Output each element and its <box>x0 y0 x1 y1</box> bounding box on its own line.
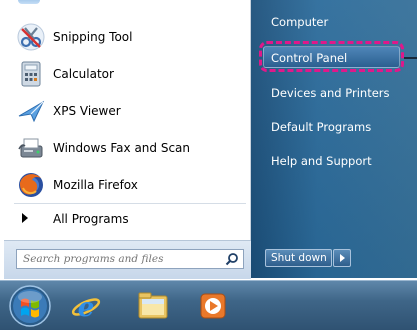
media-player-icon[interactable] <box>193 286 233 326</box>
windows-start-orb-icon[interactable] <box>8 284 52 328</box>
scissors-icon <box>17 23 45 50</box>
place-default-programs[interactable]: Default Programs <box>259 115 409 141</box>
place-label: Devices and Printers <box>271 86 390 100</box>
firefox-icon <box>19 172 43 197</box>
magnifier-icon[interactable] <box>225 252 239 266</box>
program-label: Calculator <box>53 66 114 81</box>
scrolled-program-item <box>4 0 250 6</box>
all-programs-label: All Programs <box>53 212 129 226</box>
internet-explorer-icon[interactable]: e <box>66 286 106 326</box>
program-xps-viewer[interactable]: XPS Viewer <box>4 92 250 129</box>
shut-down-options-button[interactable] <box>333 249 351 267</box>
arrow-right-icon <box>340 254 345 262</box>
shut-down-button[interactable]: Shut down <box>265 249 332 267</box>
partial-program-icon <box>18 0 40 4</box>
all-programs-item[interactable]: All Programs <box>4 205 250 233</box>
place-help-and-support[interactable]: Help and Support <box>259 149 409 175</box>
shut-down-label: Shut down <box>271 252 327 264</box>
search-box[interactable] <box>16 249 244 269</box>
place-label: Computer <box>271 15 329 29</box>
file-explorer-icon[interactable] <box>133 286 173 326</box>
search-input[interactable] <box>23 251 213 267</box>
program-label: Windows Fax and Scan <box>53 140 191 155</box>
program-label: XPS Viewer <box>53 103 121 118</box>
program-snipping-tool[interactable]: Snipping Tool <box>4 18 250 55</box>
place-label: Help and Support <box>271 154 372 168</box>
annotation-pointer <box>404 57 417 59</box>
program-label: Mozilla Firefox <box>53 177 138 192</box>
taskbar: e <box>0 280 417 330</box>
place-label: Default Programs <box>271 120 372 134</box>
place-devices-and-printers[interactable]: Devices and Printers <box>259 81 409 107</box>
program-mozilla-firefox[interactable]: Mozilla Firefox <box>4 166 250 203</box>
svg-text:e: e <box>78 293 95 323</box>
programs-pane: Snipping Tool Calculator XPS Viewer Wind… <box>4 0 251 240</box>
arrow-right-icon <box>22 213 28 223</box>
divider <box>14 203 246 204</box>
start-menu: Snipping Tool Calculator XPS Viewer Wind… <box>0 0 417 280</box>
place-computer[interactable]: Computer <box>259 10 409 36</box>
program-label: Snipping Tool <box>53 29 133 44</box>
paper-plane-icon <box>18 100 45 122</box>
calculator-icon <box>21 61 41 86</box>
program-calculator[interactable]: Calculator <box>4 55 250 92</box>
search-area <box>4 240 251 279</box>
fax-icon <box>18 138 43 157</box>
highlight-annotation <box>259 41 404 72</box>
program-windows-fax-and-scan[interactable]: Windows Fax and Scan <box>4 129 250 166</box>
